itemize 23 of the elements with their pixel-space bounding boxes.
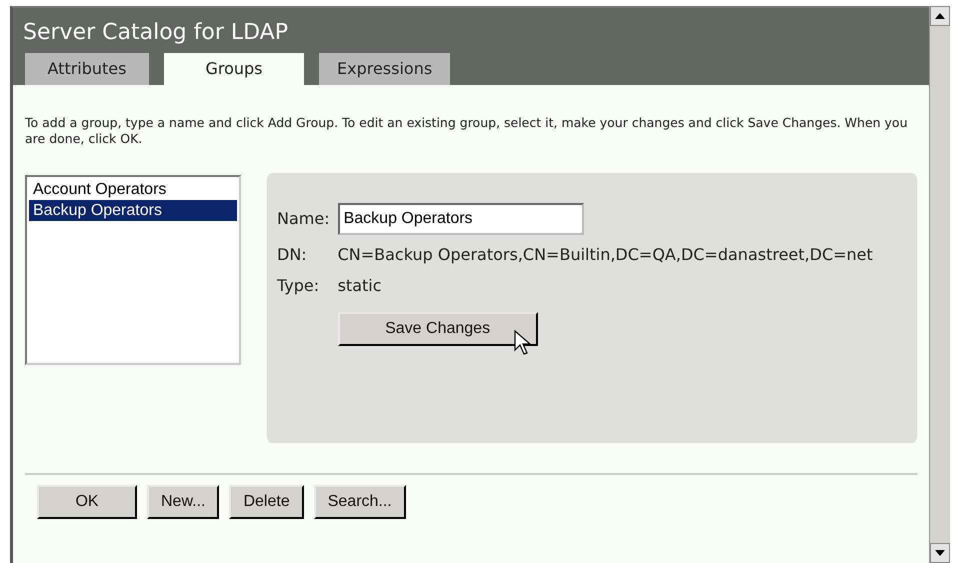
group-list-item[interactable]: Account Operators bbox=[29, 179, 237, 200]
type-label: Type: bbox=[277, 275, 320, 297]
footer-button[interactable]: New... bbox=[147, 485, 220, 519]
tab[interactable]: Expressions bbox=[319, 53, 450, 85]
footer-button[interactable]: OK bbox=[37, 485, 137, 519]
name-label: Name: bbox=[277, 208, 330, 230]
cursor-icon bbox=[514, 330, 532, 356]
instructions-text: To add a group, type a name and click Add Group. To edit an existing group, select it, make your changes and click Save Changes. When you are done, click OK. bbox=[25, 115, 909, 147]
group-list-item[interactable]: Backup Operators bbox=[29, 200, 237, 221]
tab[interactable]: Attributes bbox=[25, 53, 149, 85]
window-title: Server Catalog for LDAP bbox=[22, 19, 289, 47]
group-list[interactable]: Account Operators Backup Operators bbox=[25, 175, 241, 365]
save-changes-button[interactable]: Save Changes bbox=[338, 312, 538, 346]
name-field[interactable]: Backup Operators bbox=[338, 203, 584, 235]
scroll-up-icon[interactable] bbox=[930, 6, 950, 26]
type-value: static bbox=[338, 276, 382, 295]
dn-value: CN=Backup Operators,CN=Builtin,DC=QA,DC=danastreet,DC=net bbox=[338, 244, 874, 266]
tab[interactable]: Groups bbox=[164, 53, 304, 85]
scrollbar[interactable] bbox=[929, 6, 950, 563]
scroll-down-icon[interactable] bbox=[930, 543, 950, 563]
footer-button[interactable]: Delete bbox=[229, 485, 304, 519]
footer-button[interactable]: Search... bbox=[314, 485, 406, 519]
dn-label: DN: bbox=[277, 244, 308, 266]
